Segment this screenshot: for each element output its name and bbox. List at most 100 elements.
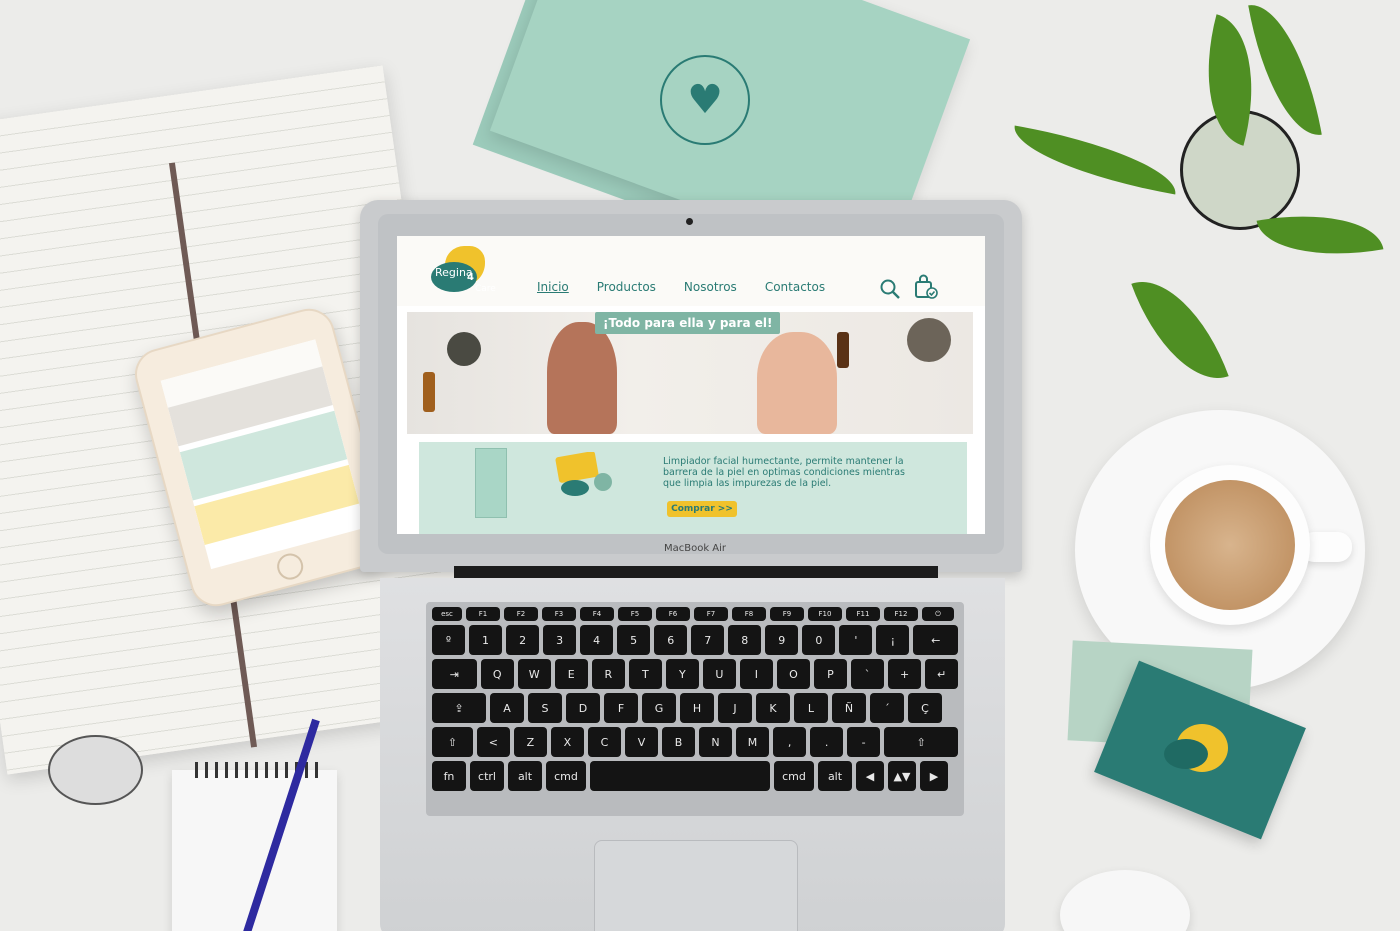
key-n[interactable]: N (699, 727, 733, 757)
coffee (1165, 480, 1295, 610)
key-`[interactable]: ` (851, 659, 885, 689)
brand-logo[interactable]: Regina 4 Care (427, 246, 507, 296)
key--[interactable]: - (847, 727, 881, 757)
hero-product (447, 332, 481, 366)
key-ctrl[interactable]: ctrl (470, 761, 504, 791)
keyboard: esc F1 F2 F3 F4 F5 F6 F7 F8 F9 F10 F11 F12 ⏻ º1234567… (426, 602, 964, 816)
key-f7[interactable]: F7 (694, 607, 728, 621)
key-⇧[interactable]: ⇧ (432, 727, 473, 757)
computer-mouse (1060, 870, 1190, 931)
key-alt[interactable]: alt (818, 761, 852, 791)
key-.[interactable]: . (810, 727, 844, 757)
key-z[interactable]: Z (513, 727, 547, 757)
key-i[interactable]: I (739, 659, 773, 689)
key-cmd[interactable]: cmd (774, 761, 814, 791)
nav-productos[interactable]: Productos (597, 280, 656, 294)
key-space[interactable] (590, 761, 770, 791)
key-t[interactable]: T (628, 659, 662, 689)
laptop-model-label: MacBook Air (663, 543, 727, 554)
key-f6[interactable]: F6 (656, 607, 690, 621)
key-f9[interactable]: F9 (770, 607, 804, 621)
key-y[interactable]: Y (665, 659, 699, 689)
key-f2[interactable]: F2 (504, 607, 538, 621)
key-8[interactable]: 8 (728, 625, 762, 655)
key-f3[interactable]: F3 (542, 607, 576, 621)
key-◀[interactable]: ◀ (856, 761, 884, 791)
hero-man (547, 322, 617, 434)
key-g[interactable]: G (642, 693, 676, 723)
key-f[interactable]: F (604, 693, 638, 723)
trackpad[interactable] (594, 840, 798, 931)
key-f11[interactable]: F11 (846, 607, 880, 621)
key-▶[interactable]: ▶ (920, 761, 948, 791)
key-⇧[interactable]: ⇧ (884, 727, 958, 757)
key-u[interactable]: U (702, 659, 736, 689)
key-0[interactable]: 0 (802, 625, 836, 655)
key-o[interactable]: O (776, 659, 810, 689)
key-⏻[interactable]: ⏻ (922, 607, 954, 621)
key-d[interactable]: D (566, 693, 600, 723)
key-j[interactable]: J (718, 693, 752, 723)
key-2[interactable]: 2 (506, 625, 540, 655)
key-'[interactable]: ' (839, 625, 873, 655)
key-←[interactable]: ← (913, 625, 959, 655)
key-↵[interactable]: ↵ (925, 659, 959, 689)
key-6[interactable]: 6 (654, 625, 688, 655)
key-s[interactable]: S (528, 693, 562, 723)
key-7[interactable]: 7 (691, 625, 725, 655)
key-esc[interactable]: esc (432, 607, 462, 621)
key-f8[interactable]: F8 (732, 607, 766, 621)
key-f5[interactable]: F5 (618, 607, 652, 621)
card-brand-logo (1164, 724, 1228, 772)
key-ñ[interactable]: Ñ (832, 693, 866, 723)
key-alt[interactable]: alt (508, 761, 542, 791)
search-icon[interactable] (879, 278, 901, 300)
key-f10[interactable]: F10 (808, 607, 842, 621)
key-¡[interactable]: ¡ (876, 625, 910, 655)
key-cmd[interactable]: cmd (546, 761, 586, 791)
key-p[interactable]: P (813, 659, 847, 689)
webcam (686, 218, 693, 225)
key-f1[interactable]: F1 (466, 607, 500, 621)
key-+[interactable]: + (888, 659, 922, 689)
key-5[interactable]: 5 (617, 625, 651, 655)
key-f12[interactable]: F12 (884, 607, 918, 621)
key-,[interactable]: , (773, 727, 807, 757)
key-r[interactable]: R (591, 659, 625, 689)
key-v[interactable]: V (624, 727, 658, 757)
decor-figurine (48, 735, 143, 805)
key-9[interactable]: 9 (765, 625, 799, 655)
phone-screen (160, 339, 366, 570)
key-c[interactable]: C (587, 727, 621, 757)
key-´[interactable]: ´ (870, 693, 904, 723)
key-q[interactable]: Q (480, 659, 514, 689)
key-b[interactable]: B (661, 727, 695, 757)
logo-sub: Care (475, 284, 496, 294)
key-k[interactable]: K (756, 693, 790, 723)
key-1[interactable]: 1 (469, 625, 503, 655)
hero-product (907, 318, 951, 362)
nav-inicio[interactable]: Inicio (537, 280, 569, 294)
key-<[interactable]: < (476, 727, 510, 757)
key-x[interactable]: X (550, 727, 584, 757)
buy-button[interactable]: Comprar >> (667, 501, 737, 517)
key-⇥[interactable]: ⇥ (432, 659, 477, 689)
key-4[interactable]: 4 (580, 625, 614, 655)
nav-contactos[interactable]: Contactos (765, 280, 825, 294)
key-w[interactable]: W (517, 659, 551, 689)
key-ç[interactable]: Ç (908, 693, 942, 723)
key-a[interactable]: A (490, 693, 524, 723)
key-⇪[interactable]: ⇪ (432, 693, 486, 723)
key-e[interactable]: E (554, 659, 588, 689)
key-f4[interactable]: F4 (580, 607, 614, 621)
key-l[interactable]: L (794, 693, 828, 723)
key-▲▼[interactable]: ▲▼ (888, 761, 916, 791)
nav-nosotros[interactable]: Nosotros (684, 280, 737, 294)
shopping-bag-icon[interactable] (913, 274, 939, 300)
key-h[interactable]: H (680, 693, 714, 723)
key-m[interactable]: M (736, 727, 770, 757)
home-button (274, 550, 307, 583)
key-º[interactable]: º (432, 625, 466, 655)
key-3[interactable]: 3 (543, 625, 577, 655)
key-fn[interactable]: fn (432, 761, 466, 791)
